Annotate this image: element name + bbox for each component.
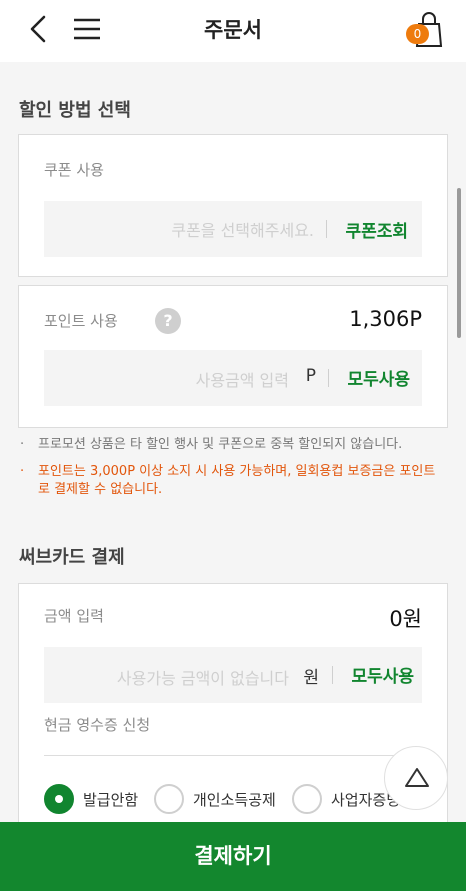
top-header: 주문서 0 bbox=[0, 0, 466, 62]
point-card: 포인트 사용 ? 1,306P 사용금액 입력 P 모두사용 bbox=[18, 285, 448, 428]
point-unit: P bbox=[305, 366, 316, 386]
coupon-label: 쿠폰 사용 bbox=[44, 161, 104, 179]
receipt-divider bbox=[44, 755, 422, 756]
triangle-up-icon bbox=[405, 768, 429, 787]
page-title: 주문서 bbox=[204, 18, 262, 42]
amount-label: 금액 입력 bbox=[44, 607, 104, 625]
point-label: 포인트 사용 bbox=[44, 312, 118, 330]
subcard-card: 금액 입력 0원 사용가능 금액이 없습니다 원 모두사용 현금 영수증 신청 … bbox=[18, 583, 448, 843]
radio-no-issue-label[interactable]: 발급안함 bbox=[83, 789, 138, 810]
discount-section-title: 할인 방법 선택 bbox=[19, 100, 131, 121]
subcard-placeholder: 사용가능 금액이 없습니다 bbox=[116, 669, 289, 688]
cart-count-badge: 0 bbox=[406, 24, 429, 44]
subcard-separator bbox=[332, 666, 333, 684]
point-placeholder: 사용금액 입력 bbox=[195, 371, 289, 390]
point-separator bbox=[328, 369, 329, 387]
point-notice: · 포인트는 3,000P 이상 소지 시 사용 가능하며, 일회용컵 보증금은… bbox=[20, 464, 436, 497]
coupon-card: 쿠폰 사용 쿠폰을 선택해주세요. 쿠폰조회 bbox=[18, 134, 448, 277]
scroll-top-button[interactable] bbox=[384, 746, 448, 810]
point-balance: 1,306P bbox=[349, 307, 422, 331]
coupon-lookup-button[interactable]: 쿠폰조회 bbox=[345, 217, 408, 242]
promotion-notice: · 프로모션 상품은 타 할인 행사 및 쿠폰으로 중복 할인되지 않습니다. bbox=[20, 437, 403, 452]
radio-personal-deduction-label[interactable]: 개인소득공제 bbox=[193, 789, 276, 810]
cash-receipt-label: 현금 영수증 신청 bbox=[44, 716, 151, 734]
subcard-amount-input[interactable]: 사용가능 금액이 없습니다 원 모두사용 bbox=[44, 647, 422, 703]
radio-business-proof[interactable] bbox=[292, 784, 322, 814]
coupon-placeholder: 쿠폰을 선택해주세요. bbox=[171, 221, 314, 240]
radio-no-issue[interactable] bbox=[44, 784, 74, 814]
pay-button[interactable]: 결제하기 bbox=[0, 822, 466, 891]
subcard-use-all-button[interactable]: 모두사용 bbox=[351, 662, 414, 687]
subcard-amount-value: 0원 bbox=[389, 607, 422, 631]
subcard-unit: 원 bbox=[303, 668, 319, 688]
promotion-notice-text: 프로모션 상품은 타 할인 행사 및 쿠폰으로 중복 할인되지 않습니다. bbox=[38, 437, 403, 452]
point-amount-input[interactable]: 사용금액 입력 P 모두사용 bbox=[44, 350, 422, 406]
coupon-separator bbox=[326, 220, 327, 238]
point-use-all-button[interactable]: 모두사용 bbox=[347, 365, 410, 390]
point-notice-text: 포인트는 3,000P 이상 소지 시 사용 가능하며, 일회용컵 보증금은 포… bbox=[38, 464, 436, 497]
scrollbar[interactable] bbox=[457, 188, 461, 338]
subcard-section-title: 써브카드 결제 bbox=[19, 547, 125, 568]
help-icon[interactable]: ? bbox=[155, 308, 181, 334]
coupon-field[interactable]: 쿠폰을 선택해주세요. 쿠폰조회 bbox=[44, 201, 422, 257]
radio-personal-deduction[interactable] bbox=[154, 784, 184, 814]
